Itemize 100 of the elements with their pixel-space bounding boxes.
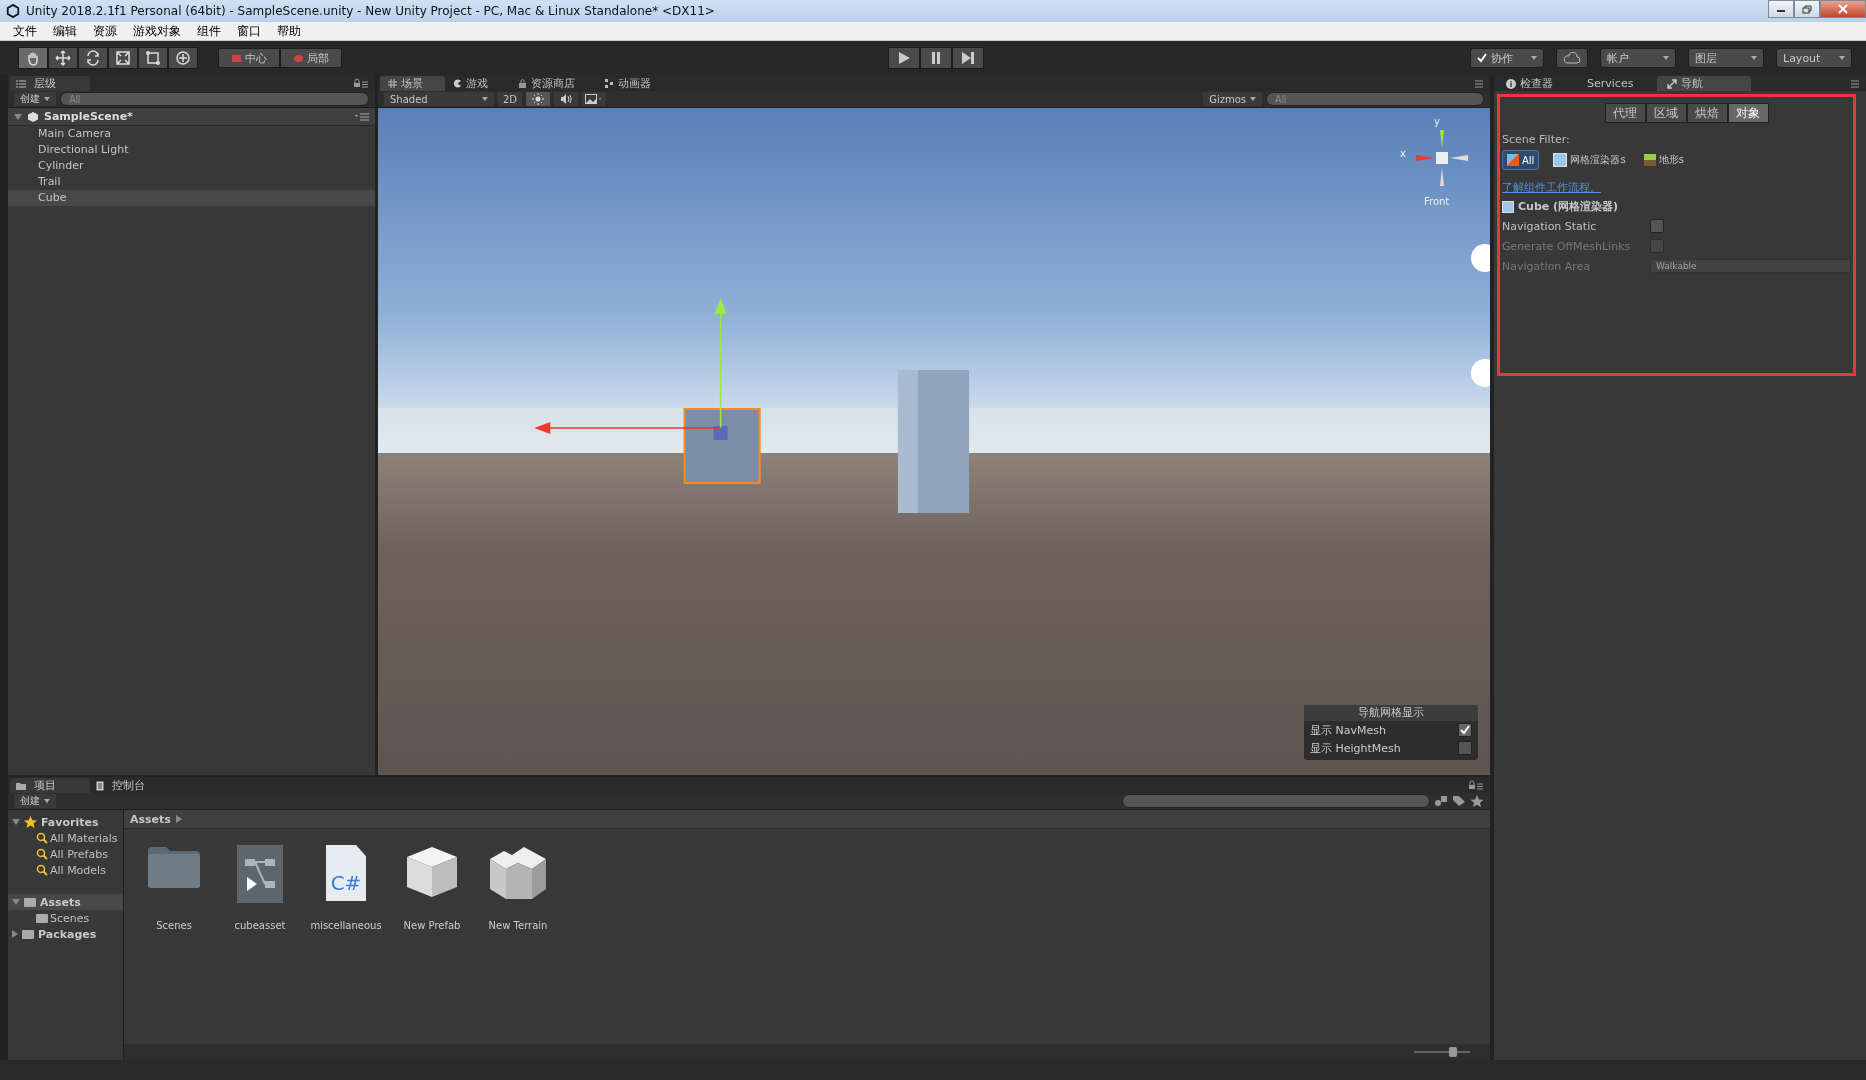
navigation-section-tab[interactable]: 区域 bbox=[1645, 103, 1687, 123]
field-label: Navigation Static bbox=[1502, 219, 1598, 233]
menu-item[interactable]: 窗口 bbox=[230, 22, 268, 40]
cloud-button[interactable] bbox=[1556, 48, 1588, 68]
game-tab[interactable]: 游戏 bbox=[445, 76, 510, 91]
animator-tab[interactable]: 动画器 bbox=[597, 76, 673, 91]
2d-toggle-button[interactable]: 2D bbox=[498, 92, 522, 106]
menu-item[interactable]: 文件 bbox=[6, 22, 44, 40]
tree-item[interactable]: All Models bbox=[8, 862, 123, 878]
account-dropdown[interactable]: 帐户 bbox=[1600, 48, 1676, 68]
collab-dropdown[interactable]: 协作 bbox=[1470, 48, 1544, 68]
help-link[interactable]: 了解组件工作流程。 bbox=[1502, 180, 1601, 195]
pivot-local-button[interactable]: 局部 bbox=[280, 48, 342, 68]
create-dropdown[interactable]: 创建 bbox=[14, 794, 56, 808]
folder-icon[interactable] bbox=[146, 845, 202, 889]
expand-arrow-icon[interactable] bbox=[14, 113, 22, 120]
close-icon bbox=[1838, 4, 1848, 14]
folder-icon bbox=[36, 913, 48, 923]
axis-label: y bbox=[1434, 116, 1440, 127]
navigation-section-tab[interactable]: 烘焙 bbox=[1686, 103, 1728, 123]
field-label: Navigation Area bbox=[1502, 259, 1592, 273]
asset-name: New Prefab bbox=[403, 920, 461, 931]
search-icon bbox=[36, 832, 48, 844]
create-dropdown[interactable]: 创建 bbox=[14, 92, 56, 106]
navigation-section-tab[interactable]: 对象 bbox=[1727, 103, 1769, 123]
panel-title: 导航网格显示 bbox=[1304, 705, 1478, 721]
checkbox[interactable] bbox=[1458, 741, 1472, 755]
speaker-icon bbox=[560, 93, 572, 105]
menu-item[interactable]: 帮助 bbox=[270, 22, 308, 40]
inspector-tab[interactable]: 检查器 bbox=[1496, 76, 1577, 91]
hierarchy-item[interactable]: Cylinder bbox=[8, 158, 375, 174]
close-button[interactable] bbox=[1820, 0, 1866, 18]
menu-item[interactable]: 游戏对象 bbox=[126, 22, 188, 40]
terrain-icon[interactable] bbox=[488, 845, 548, 901]
services-tab[interactable]: Services bbox=[1577, 76, 1658, 91]
breadcrumb[interactable]: Assets bbox=[130, 812, 171, 826]
maximize-button[interactable] bbox=[1794, 0, 1820, 18]
tree-item[interactable]: Packages bbox=[8, 926, 123, 942]
menu-item[interactable]: 资源 bbox=[86, 22, 124, 40]
menu-item[interactable]: 编辑 bbox=[46, 22, 84, 40]
search-field[interactable] bbox=[1122, 794, 1430, 808]
scale-tool-button[interactable] bbox=[108, 47, 138, 69]
rect-tool-button[interactable] bbox=[138, 47, 168, 69]
hand-tool-button[interactable] bbox=[18, 47, 48, 69]
pivot-center-button[interactable]: 中心 bbox=[218, 48, 280, 68]
asset-name: Scenes bbox=[156, 920, 192, 931]
object-name: Cube (网格渲染器) bbox=[1518, 199, 1619, 214]
hierarchy-item[interactable]: Directional Light bbox=[8, 142, 375, 158]
filter-label: Scene Filter: bbox=[1502, 133, 1571, 146]
icon-size-slider[interactable] bbox=[1414, 1047, 1470, 1057]
hierarchy-item[interactable]: Cube bbox=[8, 190, 375, 206]
hierarchy-item[interactable]: Main Camera bbox=[8, 126, 375, 142]
scene-filter-button[interactable]: All bbox=[1502, 150, 1540, 170]
checkbox[interactable] bbox=[1458, 723, 1472, 737]
step-icon bbox=[961, 51, 975, 65]
play-button[interactable] bbox=[888, 47, 920, 69]
checkbox[interactable] bbox=[1650, 219, 1664, 233]
scene-tab[interactable]: 场景 bbox=[380, 76, 445, 91]
step-button[interactable] bbox=[952, 47, 984, 69]
navigation-tab[interactable]: 导航 bbox=[1657, 76, 1752, 91]
hierarchy-tab[interactable]: 层级 bbox=[10, 76, 90, 91]
graph-asset-icon[interactable] bbox=[237, 845, 283, 903]
lock-menu-icon[interactable] bbox=[353, 78, 369, 88]
folder-icon bbox=[24, 897, 36, 907]
menu-icon[interactable] bbox=[355, 112, 369, 121]
audio-toggle-button[interactable] bbox=[554, 92, 578, 106]
asset-store-tab[interactable]: 资源商店 bbox=[510, 76, 597, 91]
shading-dropdown[interactable]: Shaded bbox=[384, 92, 494, 106]
script-file-icon[interactable]: C# bbox=[326, 845, 366, 901]
lighting-toggle-button[interactable] bbox=[526, 92, 550, 106]
tree-item[interactable]: Scenes bbox=[8, 910, 123, 926]
navigation-section-tab[interactable]: 代理 bbox=[1604, 103, 1646, 123]
lock-menu-icon[interactable] bbox=[1468, 780, 1484, 790]
transform-tool-button[interactable] bbox=[168, 47, 198, 69]
menu-item[interactable]: 组件 bbox=[190, 22, 228, 40]
minimize-button[interactable] bbox=[1768, 0, 1794, 18]
move-tool-button[interactable] bbox=[48, 47, 78, 69]
layout-dropdown[interactable]: Layout bbox=[1776, 48, 1852, 68]
star-icon[interactable] bbox=[1470, 795, 1484, 807]
option-label: 显示 HeightMesh bbox=[1310, 740, 1401, 756]
rectangle-icon bbox=[145, 50, 161, 66]
project-tab[interactable]: 项目 bbox=[10, 778, 90, 793]
rotate-tool-button[interactable] bbox=[78, 47, 108, 69]
tree-item[interactable]: Assets bbox=[8, 894, 123, 910]
tree-item[interactable]: All Prefabs bbox=[8, 846, 123, 862]
pause-button[interactable] bbox=[920, 47, 952, 69]
scene-filter-button[interactable]: 地形s bbox=[1639, 150, 1688, 170]
tree-item[interactable]: All Materials bbox=[8, 830, 123, 846]
hand-icon bbox=[25, 50, 41, 66]
console-tab[interactable]: 控制台 bbox=[90, 778, 179, 793]
scene-filter-button[interactable]: 网格渲染器s bbox=[1549, 150, 1630, 170]
tree-item[interactable]: Favorites bbox=[8, 814, 123, 830]
hierarchy-item[interactable]: Trail bbox=[8, 174, 375, 190]
layers-dropdown[interactable]: 图层 bbox=[1688, 48, 1764, 68]
filter-type-icon[interactable] bbox=[1434, 795, 1448, 807]
gizmos-dropdown[interactable]: Gizmos bbox=[1203, 92, 1262, 106]
cube-icon[interactable] bbox=[405, 845, 459, 899]
tag-icon[interactable] bbox=[1452, 795, 1466, 807]
effects-dropdown[interactable] bbox=[582, 92, 606, 106]
asset-name: cubeasset bbox=[234, 920, 286, 931]
